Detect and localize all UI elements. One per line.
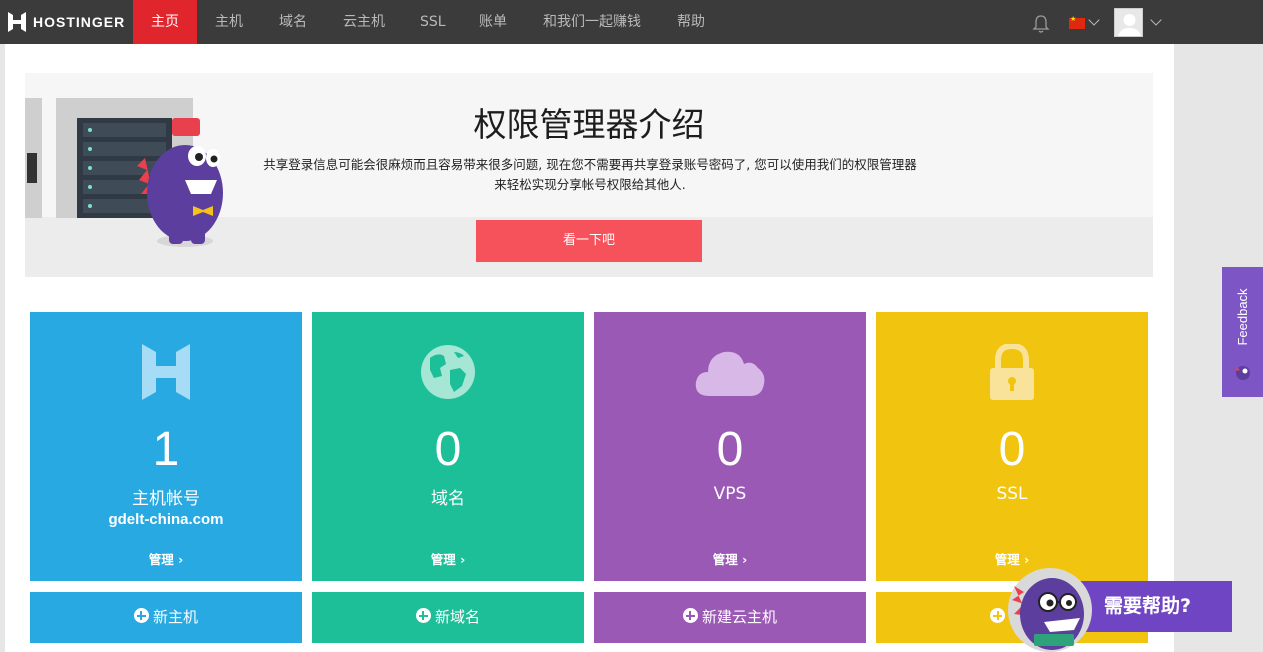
plus-circle-icon (415, 608, 431, 623)
tile-label: SSL (996, 484, 1028, 504)
banner-text-line: 来轻松实现分享帐号权限给其他人. (494, 177, 686, 192)
language-chevron-down-icon[interactable] (1088, 14, 1100, 26)
cloud-icon (695, 351, 765, 396)
add-label: 新域名 (434, 608, 480, 626)
add-label: 新主机 (152, 608, 198, 626)
nav-item-label: 帮助 (677, 14, 705, 30)
tile-label: 主机帐号 (132, 489, 200, 509)
nav-item-label: 域名 (279, 14, 307, 30)
plus-circle-icon (682, 608, 698, 623)
take-a-look-button[interactable]: 看一下吧 (476, 220, 702, 262)
nav-item-domains[interactable]: 域名 (279, 0, 307, 44)
nav-item-label: 云主机 (343, 14, 385, 30)
hosting-domain-name[interactable]: gdelt-china.com (30, 511, 302, 528)
manage-hosting-link[interactable]: 管理 › (30, 549, 302, 568)
nav-item-ssl[interactable]: SSL (420, 0, 446, 44)
mascot-icon (1236, 366, 1250, 380)
nav-item-home[interactable]: 主页 (133, 0, 197, 50)
nav-item-label: 主页 (151, 14, 179, 30)
banner-title: 权限管理器介绍 (473, 105, 705, 144)
hostinger-logo[interactable]: HOSTINGER (8, 12, 125, 32)
vps-count: 0 (716, 423, 744, 476)
manage-label: 管理 (148, 552, 174, 567)
logo-text: HOSTINGER (33, 14, 126, 30)
banner-description: 共享登录信息可能会很麻烦而且容易带来很多问题, 现在您不需要再共享登录账号密码了… (225, 155, 955, 195)
hostinger-logo-icon (8, 12, 26, 32)
tile-label: VPS (713, 484, 747, 504)
ssl-count: 0 (998, 423, 1026, 476)
account-chevron-down-icon[interactable] (1150, 14, 1162, 26)
add-label: 新建云主机 (701, 608, 777, 626)
nav-item-hosting[interactable]: 主机 (215, 0, 243, 44)
user-silhouette-icon (1118, 14, 1141, 36)
manage-label: 管理 (712, 552, 738, 567)
manage-label: 管理 (430, 552, 456, 567)
vps-tile: 0 VPS 管理 › (594, 312, 866, 581)
manage-vps-link[interactable]: 管理 › (594, 549, 866, 568)
access-manager-banner: 权限管理器介绍 共享登录信息可能会很麻烦而且容易带来很多问题, 现在您不需要再共… (25, 73, 1153, 277)
help-mascot-icon[interactable] (1000, 564, 1096, 652)
nav-item-label: 和我们一起赚钱 (543, 14, 641, 30)
domains-tile: 0 域名 管理 › (312, 312, 584, 581)
new-domain-button[interactable]: 新域名 (312, 592, 584, 643)
user-avatar-icon[interactable] (1114, 8, 1143, 37)
new-hosting-button[interactable]: 新主机 (30, 592, 302, 643)
domains-count: 0 (434, 423, 462, 476)
tile-label: 域名 (431, 489, 465, 509)
globe-icon (421, 345, 475, 399)
feedback-label: Feedback (1235, 288, 1250, 346)
hosting-accounts-tile: 1 主机帐号 gdelt-china.com 管理 › (30, 312, 302, 581)
ssl-tile: 0 SSL 管理 › (876, 312, 1148, 581)
manage-domains-link[interactable]: 管理 › (312, 549, 584, 568)
banner-text-line: 共享登录信息可能会很麻烦而且容易带来很多问题, 现在您不需要再共享登录账号密码了… (263, 157, 917, 172)
nav-item-vps[interactable]: 云主机 (343, 0, 385, 44)
china-flag-icon[interactable] (1069, 15, 1085, 29)
bell-icon[interactable] (1032, 14, 1050, 34)
nav-item-help[interactable]: 帮助 (677, 0, 705, 44)
plus-circle-icon (133, 608, 149, 623)
feedback-tab[interactable]: Feedback (1222, 267, 1263, 397)
nav-item-billing[interactable]: 账单 (479, 0, 507, 44)
hosting-count: 1 (152, 423, 180, 476)
nav-item-label: 账单 (479, 14, 507, 30)
top-navigation-bar: HOSTINGER 主页 主机 域名 云主机 SSL 账单 和我们一起赚钱 帮助 (0, 0, 1263, 50)
nav-item-label: SSL (420, 14, 446, 30)
padlock-icon (990, 344, 1034, 400)
nav-item-label: 主机 (215, 14, 243, 30)
new-vps-button[interactable]: 新建云主机 (594, 592, 866, 643)
nav-item-affiliate[interactable]: 和我们一起赚钱 (543, 0, 641, 44)
need-help-button[interactable]: 需要帮助? (1080, 581, 1232, 632)
hostinger-logo-icon (142, 344, 190, 400)
